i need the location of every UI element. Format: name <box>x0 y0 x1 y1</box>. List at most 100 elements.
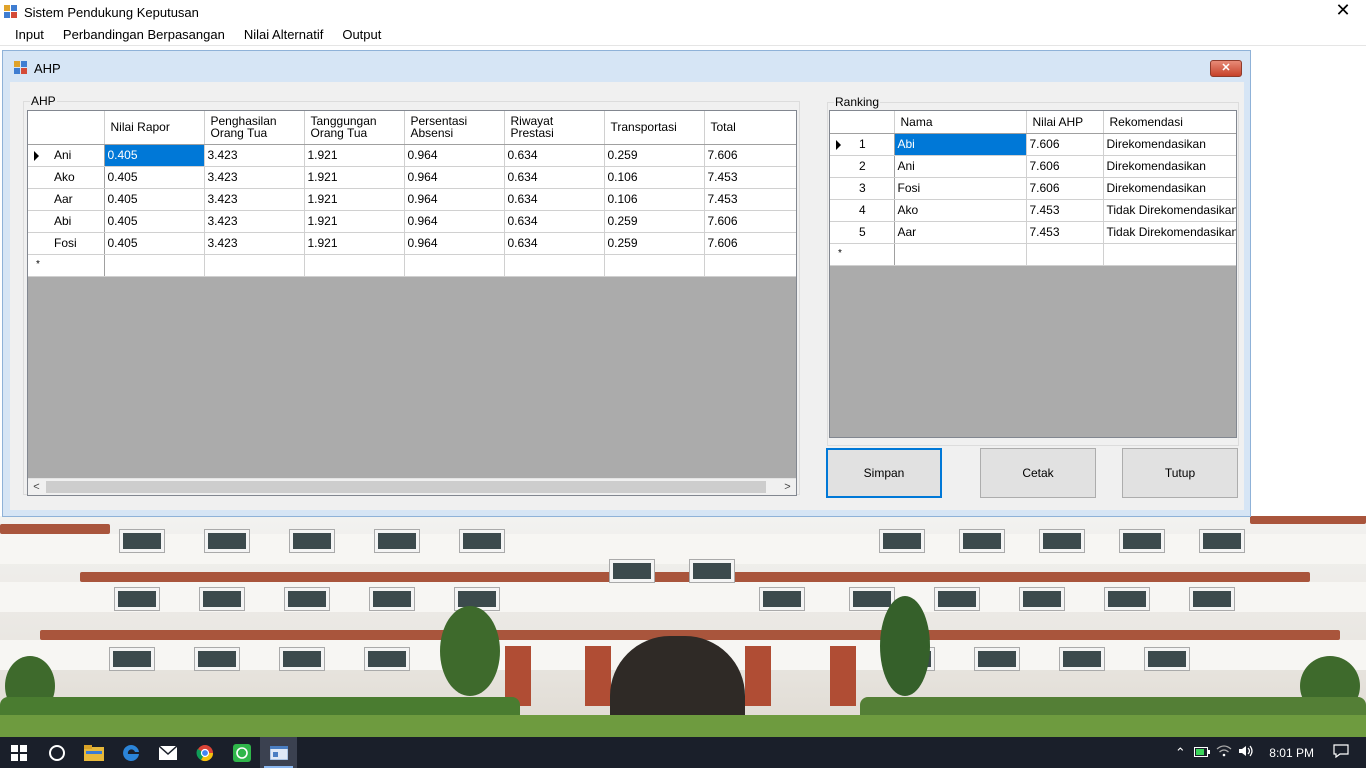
ahp-cell[interactable]: 3.423 <box>204 166 305 189</box>
save-button[interactable]: Simpan <box>826 448 942 498</box>
ahp-col-header[interactable]: Tanggungan Orang Tua <box>304 111 405 145</box>
ahp-cell[interactable] <box>404 254 505 277</box>
ahp-cell[interactable]: 0.405 <box>104 144 205 167</box>
ranking-row[interactable]: 5 Aar 7.453 Tidak Direkomendasikan <box>830 221 1236 244</box>
ahp-cell[interactable]: 0.405 <box>104 210 205 233</box>
ranking-cell-name[interactable]: Fosi <box>894 177 1027 200</box>
ahp-cell[interactable]: 0.964 <box>404 210 505 233</box>
ranking-row[interactable]: 2 Ani 7.606 Direkomendasikan <box>830 155 1236 178</box>
whatsapp-icon[interactable] <box>223 737 260 768</box>
ahp-cell[interactable]: 0.634 <box>504 144 605 167</box>
ahp-grid[interactable]: Nilai Rapor Penghasilan Orang Tua Tanggun… <box>27 110 797 496</box>
ahp-cell[interactable]: 0.259 <box>604 232 705 255</box>
ahp-cell[interactable]: 0.405 <box>104 232 205 255</box>
menu-output[interactable]: Output <box>335 24 388 46</box>
ahp-new-row[interactable]: * <box>28 254 796 277</box>
ahp-cell[interactable]: 0.634 <box>504 232 605 255</box>
edge-browser-icon[interactable] <box>112 737 149 768</box>
ahp-row-header[interactable]: Abi <box>28 210 105 233</box>
ahp-cell[interactable]: 3.423 <box>204 232 305 255</box>
ranking-row-header[interactable]: 5 <box>830 221 895 244</box>
ahp-row-header[interactable]: Ani <box>28 144 105 167</box>
ahp-row[interactable]: Ako 0.405 3.423 1.921 0.964 0.634 0.106 … <box>28 166 796 189</box>
app-window-icon[interactable] <box>260 737 297 768</box>
ahp-cell[interactable]: 0.634 <box>504 210 605 233</box>
app-close-button[interactable]: ✕ <box>1328 0 1358 22</box>
wifi-icon[interactable] <box>1213 745 1235 760</box>
ahp-cell[interactable] <box>304 254 405 277</box>
ahp-row[interactable]: Abi 0.405 3.423 1.921 0.964 0.634 0.259 … <box>28 210 796 233</box>
ahp-cell[interactable]: 7.606 <box>704 210 796 233</box>
ranking-cell-name[interactable]: Ani <box>894 155 1027 178</box>
ahp-row[interactable]: Fosi 0.405 3.423 1.921 0.964 0.634 0.259… <box>28 232 796 255</box>
ahp-col-header[interactable]: Total <box>704 111 796 145</box>
ranking-row-header[interactable]: 2 <box>830 155 895 178</box>
ahp-cell[interactable]: 0.964 <box>404 188 505 211</box>
ahp-cell[interactable]: 1.921 <box>304 166 405 189</box>
chevron-up-icon[interactable]: ⌃ <box>1169 745 1191 761</box>
ranking-cell-rec[interactable] <box>1103 243 1236 266</box>
ahp-col-header[interactable]: Persentasi Absensi <box>404 111 505 145</box>
ahp-cell[interactable] <box>704 254 796 277</box>
ranking-grid[interactable]: Nama Nilai AHP Rekomendasi 1 Abi 7.606 D… <box>829 110 1237 438</box>
ahp-col-header[interactable]: Penghasilan Orang Tua <box>204 111 305 145</box>
ranking-cell-score[interactable]: 7.606 <box>1026 133 1104 156</box>
ahp-cell[interactable]: 3.423 <box>204 144 305 167</box>
ahp-cell[interactable]: 7.453 <box>704 188 796 211</box>
ahp-row-header[interactable]: Fosi <box>28 232 105 255</box>
ahp-row-header[interactable]: Ako <box>28 166 105 189</box>
ranking-cell-score[interactable]: 7.453 <box>1026 199 1104 222</box>
ahp-cell[interactable]: 0.634 <box>504 166 605 189</box>
menu-perbandingan-berpasangan[interactable]: Perbandingan Berpasangan <box>56 24 232 46</box>
volume-icon[interactable] <box>1235 745 1257 760</box>
ranking-cell-name[interactable]: Aar <box>894 221 1027 244</box>
ranking-cell-score[interactable]: 7.453 <box>1026 221 1104 244</box>
ranking-cell-name[interactable]: Ako <box>894 199 1027 222</box>
ranking-new-row[interactable]: * <box>830 243 1236 266</box>
ranking-cell-rec[interactable]: Direkomendasikan <box>1103 155 1236 178</box>
ahp-new-row-header[interactable]: * <box>28 254 105 277</box>
ahp-cell[interactable]: 0.634 <box>504 188 605 211</box>
scroll-thumb[interactable] <box>46 481 766 493</box>
ranking-cell-score[interactable]: 7.606 <box>1026 177 1104 200</box>
ranking-cell-rec[interactable]: Direkomendasikan <box>1103 133 1236 156</box>
ahp-cell[interactable]: 7.453 <box>704 166 796 189</box>
ranking-cell-name[interactable] <box>894 243 1027 266</box>
ranking-row[interactable]: 4 Ako 7.453 Tidak Direkomendasikan <box>830 199 1236 222</box>
ahp-col-header[interactable]: Riwayat Prestasi <box>504 111 605 145</box>
menu-input[interactable]: Input <box>8 24 51 46</box>
ranking-row[interactable]: 1 Abi 7.606 Direkomendasikan <box>830 133 1236 156</box>
ranking-col-header[interactable]: Nama <box>894 111 1027 134</box>
notification-icon[interactable] <box>1330 744 1352 761</box>
ahp-horizontal-scrollbar[interactable]: < > <box>28 478 796 495</box>
ranking-cell-score[interactable] <box>1026 243 1104 266</box>
ahp-cell[interactable]: 0.259 <box>604 210 705 233</box>
ahp-cell[interactable] <box>204 254 305 277</box>
ahp-cell[interactable]: 1.921 <box>304 210 405 233</box>
ahp-window-close-button[interactable]: ✕ <box>1210 60 1242 77</box>
ranking-row[interactable]: 3 Fosi 7.606 Direkomendasikan <box>830 177 1236 200</box>
ahp-row-header[interactable]: Aar <box>28 188 105 211</box>
ahp-cell[interactable]: 1.921 <box>304 232 405 255</box>
windows-start-icon[interactable] <box>0 737 38 768</box>
ahp-cell[interactable] <box>104 254 205 277</box>
ahp-row[interactable]: Ani 0.405 3.423 1.921 0.964 0.634 0.259 … <box>28 144 796 167</box>
ahp-cell[interactable]: 0.259 <box>604 144 705 167</box>
ahp-row[interactable]: Aar 0.405 3.423 1.921 0.964 0.634 0.106 … <box>28 188 796 211</box>
ranking-row-header[interactable]: 1 <box>830 133 895 156</box>
ahp-cell[interactable]: 0.405 <box>104 188 205 211</box>
cortana-search-icon[interactable] <box>38 737 75 768</box>
ahp-cell[interactable] <box>604 254 705 277</box>
menu-nilai-alternatif[interactable]: Nilai Alternatif <box>237 24 330 46</box>
ranking-cell-rec[interactable]: Tidak Direkomendasikan <box>1103 199 1236 222</box>
ahp-cell[interactable]: 7.606 <box>704 144 796 167</box>
ranking-new-row-header[interactable]: * <box>830 243 895 266</box>
ahp-col-header[interactable]: Transportasi <box>604 111 705 145</box>
ahp-cell[interactable]: 1.921 <box>304 188 405 211</box>
ahp-cell[interactable] <box>504 254 605 277</box>
ranking-cell-rec[interactable]: Direkomendasikan <box>1103 177 1236 200</box>
ahp-col-header[interactable]: Nilai Rapor <box>104 111 205 145</box>
ahp-cell[interactable]: 0.106 <box>604 166 705 189</box>
ranking-cell-name[interactable]: Abi <box>894 133 1027 156</box>
battery-icon[interactable] <box>1191 745 1213 760</box>
